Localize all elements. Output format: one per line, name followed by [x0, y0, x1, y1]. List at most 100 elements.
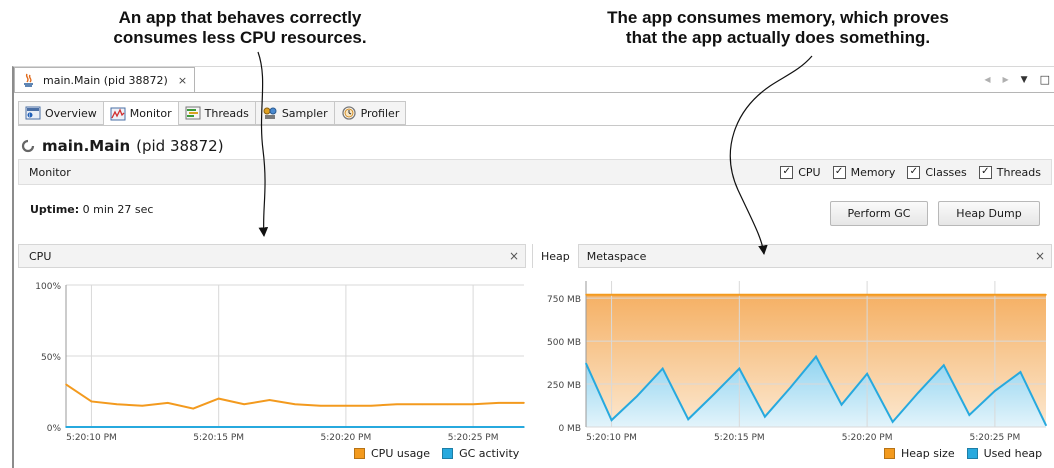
annotation-cpu-line-1: An app that behaves correctly	[118, 8, 362, 27]
cpu-legend: CPU usage GC activity	[354, 447, 519, 460]
x-tick-label: 5:20:15 PM	[714, 433, 765, 443]
uptime: Uptime: 0 min 27 sec	[30, 203, 153, 216]
data-point	[523, 402, 525, 404]
data-point	[687, 418, 690, 421]
data-point	[192, 426, 195, 428]
data-point	[815, 293, 817, 296]
cpu-panel-title: CPU	[29, 249, 52, 263]
dropdown-icon[interactable]: ▼	[1021, 75, 1028, 85]
tab-overview-label: Overview	[45, 106, 97, 120]
profiler-icon	[341, 105, 357, 121]
data-point	[712, 293, 715, 296]
tab-threads-label: Threads	[204, 106, 249, 120]
data-point	[472, 426, 474, 428]
tab-profiler[interactable]: Profiler	[334, 101, 407, 125]
data-point	[942, 293, 945, 296]
threads-icon	[185, 105, 201, 121]
checkbox-cpu-label: CPU	[798, 165, 821, 179]
svg-text:i: i	[29, 113, 30, 119]
heap-legend: Heap size Used heap	[884, 447, 1042, 460]
scroll-right-icon[interactable]: ▶	[1003, 75, 1009, 84]
data-point	[116, 426, 118, 428]
data-point	[610, 293, 613, 296]
close-icon[interactable]: ×	[178, 74, 187, 87]
cpu-chart: 0% 50% 100% 5:20:10 PM 5:20:15 PM 5:20:20 PM 5…	[35, 282, 525, 443]
data-point	[421, 426, 424, 428]
data-point	[764, 415, 766, 418]
data-point	[192, 407, 195, 410]
checkbox-memory-label: Memory	[850, 165, 896, 179]
checkbox-threads[interactable]: ✓ Threads	[978, 165, 1041, 179]
data-point	[994, 293, 996, 296]
data-point	[319, 404, 322, 407]
data-point	[395, 426, 398, 428]
tab-metaspace[interactable]: Metaspace	[579, 244, 655, 268]
checkbox-classes-box[interactable]: ✓	[907, 165, 921, 179]
checkbox-memory-box[interactable]: ✓	[832, 165, 846, 179]
legend-swatch-cpu-usage	[354, 448, 365, 459]
close-icon[interactable]: ×	[509, 249, 519, 263]
checkbox-threads-box[interactable]: ✓	[978, 165, 992, 179]
uptime-label: Uptime:	[30, 203, 80, 216]
page-title: main.Main (pid 38872)	[20, 137, 224, 155]
perform-gc-button[interactable]: Perform GC	[830, 201, 928, 226]
data-point	[166, 426, 169, 428]
data-point	[891, 421, 894, 423]
legend-swatch-used-heap	[966, 448, 978, 459]
data-point	[866, 293, 868, 296]
data-point	[738, 293, 741, 296]
data-point	[523, 426, 525, 428]
data-point	[294, 426, 296, 428]
data-point	[636, 395, 638, 397]
refresh-icon	[20, 138, 36, 154]
tab-threads[interactable]: Threads	[178, 101, 256, 125]
tab-heap[interactable]: Heap	[533, 244, 579, 268]
heap-chart: 0 MB 250 MB 500 MB 750 MB 5:20:10 PM 5:20:15 …	[547, 281, 1047, 443]
legend-used-heap: Used heap	[983, 447, 1043, 460]
legend-gc-activity: GC activity	[459, 447, 520, 460]
data-point	[243, 403, 245, 406]
data-point	[738, 367, 741, 370]
scroll-left-icon[interactable]: ◀	[984, 75, 990, 84]
data-point	[65, 426, 67, 428]
checkbox-threads-label: Threads	[996, 165, 1041, 179]
editor-tab-label: main.Main (pid 38872)	[43, 73, 168, 87]
data-point	[1019, 371, 1022, 373]
checkbox-cpu-box[interactable]: ✓	[780, 165, 794, 179]
data-point	[687, 293, 690, 296]
data-point	[268, 426, 271, 428]
tab-overview[interactable]: i Overview	[18, 101, 104, 125]
data-point	[968, 414, 971, 416]
legend-swatch-heap-size	[884, 448, 895, 459]
checkbox-classes[interactable]: ✓ Classes	[907, 165, 967, 179]
heap-dump-button[interactable]: Heap Dump	[938, 201, 1040, 226]
monitor-section-bar: Monitor ✓ CPU ✓ Memory ✓ Classes ✓ Threa…	[18, 159, 1052, 185]
data-point	[661, 367, 664, 370]
sampler-icon	[262, 105, 278, 121]
data-point	[1045, 293, 1047, 296]
checkbox-memory[interactable]: ✓ Memory	[832, 165, 896, 179]
window-controls: ◀ ▶ ▼ □	[984, 73, 1050, 86]
y-tick-label: 250 MB	[547, 381, 581, 391]
data-point	[840, 293, 843, 296]
java-icon	[21, 72, 37, 88]
close-icon[interactable]: ×	[1035, 249, 1045, 263]
annotation-memory-line-2: that the app actually does something.	[625, 28, 931, 47]
maximize-icon[interactable]: □	[1040, 73, 1050, 86]
data-point	[661, 293, 664, 296]
editor-tab-main[interactable]: main.Main (pid 38872) ×	[14, 67, 195, 92]
data-point	[243, 426, 245, 428]
data-point	[497, 402, 500, 404]
checkbox-cpu[interactable]: ✓ CPU	[780, 165, 821, 179]
data-point	[636, 293, 638, 296]
data-point	[840, 403, 843, 406]
x-tick-label: 5:20:10 PM	[66, 433, 117, 443]
data-point	[1045, 424, 1047, 427]
tab-sampler[interactable]: Sampler	[255, 101, 335, 125]
legend-cpu-usage: CPU usage	[371, 447, 431, 460]
tab-monitor[interactable]: Monitor	[103, 101, 179, 125]
x-tick-label: 5:20:10 PM	[586, 433, 637, 443]
data-point	[90, 400, 93, 403]
data-point	[421, 403, 424, 406]
data-point	[446, 426, 449, 428]
